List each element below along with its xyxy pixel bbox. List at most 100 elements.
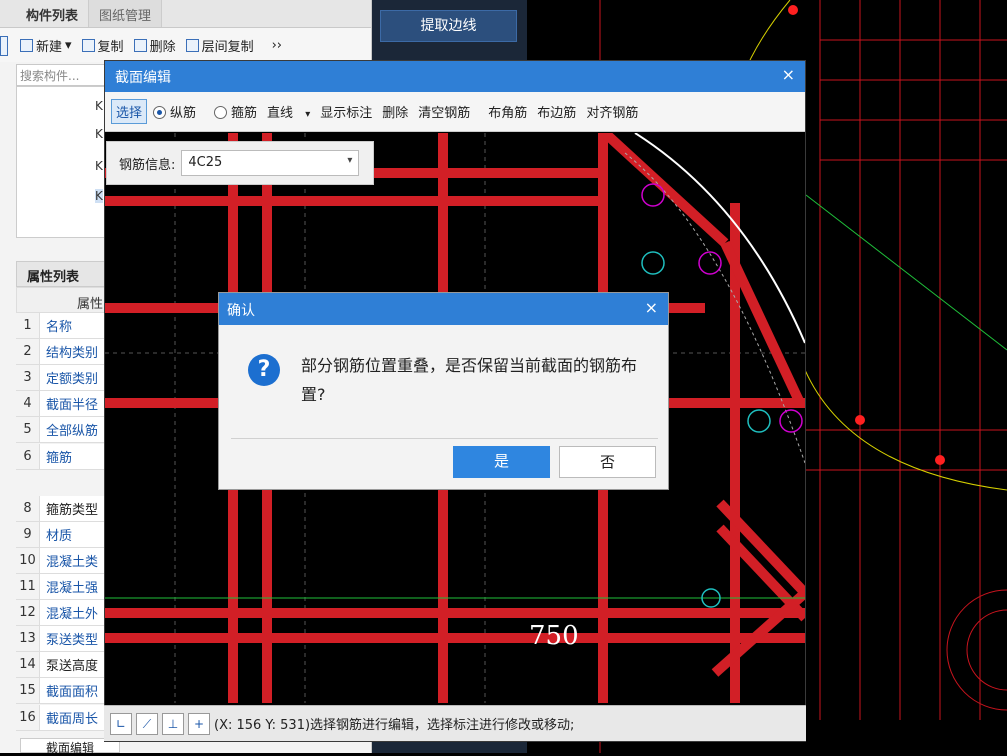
property-name: 名称: [46, 320, 73, 335]
table-row[interactable]: 12 混凝土外: [16, 600, 106, 627]
rebar-info-bar: 钢筋信息: 4C25 ▾: [106, 141, 374, 185]
chevron-down-icon: ▾: [305, 109, 311, 120]
property-list-title: 属性列表: [16, 261, 106, 287]
table-row[interactable]: 9 材质: [16, 521, 106, 548]
table-row[interactable]: 4 截面半径: [16, 391, 106, 418]
show-label-button[interactable]: 显示标注: [316, 100, 376, 123]
component-tabbar: 构件列表 图纸管理: [0, 0, 371, 28]
table-row[interactable]: 8 箍筋类型: [16, 495, 106, 522]
tree-item[interactable]: K: [95, 99, 103, 113]
confirm-title: 确认: [227, 303, 255, 319]
radio-off-icon: [214, 106, 228, 119]
rebar-info-label: 钢筋信息:: [119, 157, 176, 173]
question-icon: ?: [248, 354, 280, 386]
search-input[interactable]: 搜索构件...: [16, 64, 106, 86]
status-text: (X: 156 Y: 531)选择钢筋进行编辑，选择标注进行修改或移动;: [214, 718, 575, 733]
tree-item[interactable]: K: [95, 159, 103, 173]
table-row[interactable]: 13 泵送类型: [16, 626, 106, 653]
select-button[interactable]: 选择: [111, 99, 148, 124]
extract-edge-button[interactable]: 提取边线: [380, 10, 517, 42]
table-row[interactable]: 6 箍筋: [16, 443, 106, 470]
row-number: 6: [16, 443, 40, 469]
snap-icon[interactable]: +: [188, 712, 210, 735]
align-rebar-button[interactable]: 对齐钢筋: [582, 100, 642, 123]
floor-copy-button[interactable]: 层间复制: [185, 36, 254, 55]
row-number: 4: [16, 391, 40, 417]
left-edge-icon[interactable]: [0, 36, 8, 56]
property-name: 截面面积: [46, 685, 99, 701]
ortho-icon[interactable]: ∟: [110, 712, 132, 735]
delete-rebar-button[interactable]: 删除: [378, 100, 412, 123]
property-name: 截面半径: [46, 398, 99, 414]
property-name: 全部纵筋: [46, 424, 99, 440]
longitudinal-radio[interactable]: 纵筋: [149, 100, 200, 123]
table-row[interactable]: 14 泵送高度: [16, 652, 106, 679]
property-name: 混凝土强: [46, 581, 99, 596]
copy-button[interactable]: 复制: [81, 36, 124, 55]
property-name: 混凝土外: [46, 607, 99, 623]
dimension-label[interactable]: 750: [529, 621, 579, 651]
row-number: 5: [16, 417, 40, 443]
table-row[interactable]: 15 截面面积: [16, 678, 106, 705]
tab-component-list[interactable]: 构件列表: [16, 0, 90, 27]
row-number: 14: [16, 652, 40, 678]
section-dialog-title: 截面编辑: [115, 70, 171, 86]
table-row[interactable]: 2 结构类别: [16, 339, 106, 366]
new-button[interactable]: 新建 ▾: [20, 36, 72, 55]
row-number: 12: [16, 600, 40, 626]
floor-copy-icon: [185, 38, 199, 52]
polar-icon[interactable]: ⟋: [136, 712, 158, 735]
section-dialog-titlebar: 截面编辑 ×: [105, 61, 805, 92]
divider: [231, 438, 658, 439]
property-name: 结构类别: [46, 346, 99, 362]
stirrup-radio[interactable]: 箍筋: [210, 100, 261, 123]
row-number: 11: [16, 574, 40, 599]
new-icon: [20, 38, 33, 52]
confirm-titlebar: 确认 ×: [219, 293, 668, 325]
no-button[interactable]: 否: [559, 446, 656, 478]
status-bar: ∟ ⟋ ⊥ + (X: 156 Y: 531)选择钢筋进行编辑，选择标注进行修改…: [104, 705, 806, 741]
property-name: 箍筋: [46, 450, 73, 466]
clear-rebar-button[interactable]: 清空钢筋: [414, 100, 474, 123]
line-mode-select[interactable]: 直线 ▾: [263, 100, 314, 123]
property-name: 泵送类型: [46, 633, 99, 649]
perpendicular-icon[interactable]: ⊥: [162, 712, 184, 735]
row-number: 13: [16, 626, 40, 652]
row-number: 1: [16, 313, 40, 338]
tab-drawing-manage[interactable]: 图纸管理: [89, 0, 163, 27]
property-name: 截面周长: [46, 711, 99, 727]
yes-button[interactable]: 是: [453, 446, 550, 478]
close-icon[interactable]: ×: [645, 298, 658, 317]
table-row[interactable]: 11 混凝土强: [16, 574, 106, 600]
rebar-info-select[interactable]: 4C25 ▾: [181, 150, 360, 176]
component-tree: K K K K: [16, 86, 106, 238]
property-header: 属性: [16, 287, 106, 313]
corner-rebar-button[interactable]: 布角筋: [484, 100, 531, 123]
confirm-dialog: 确认 × ? 部分钢筋位置重叠，是否保留当前截面的钢筋布置? 是 否: [218, 292, 669, 490]
property-name: 泵送高度: [46, 659, 99, 675]
component-toolbar: 新建 ▾ 复制 删除 层间复制 ››: [0, 28, 371, 62]
row-number: 2: [16, 339, 40, 365]
property-name: 定额类别: [46, 372, 99, 388]
property-name: 材质: [46, 528, 73, 544]
copy-icon: [81, 38, 95, 52]
property-name: 混凝土类: [46, 554, 99, 570]
table-row[interactable]: 16 截面周长: [16, 704, 106, 731]
row-number: 15: [16, 678, 40, 704]
delete-icon: [133, 38, 147, 52]
row-number: 10: [16, 547, 40, 573]
chevron-down-icon: ▾: [347, 155, 353, 166]
tree-item[interactable]: K: [95, 127, 103, 141]
table-row[interactable]: 10 混凝土类: [16, 547, 106, 574]
delete-button[interactable]: 删除: [133, 36, 176, 55]
tree-item-selected[interactable]: K: [95, 189, 103, 203]
close-icon[interactable]: ×: [782, 65, 795, 84]
edge-rebar-button[interactable]: 布边筋: [533, 100, 580, 123]
row-number: 8: [16, 495, 40, 521]
more-button[interactable]: ››: [272, 38, 282, 53]
table-row[interactable]: 5 全部纵筋: [16, 417, 106, 444]
table-row[interactable]: 3 定额类别: [16, 365, 106, 392]
table-row[interactable]: 1 名称: [16, 313, 106, 339]
property-name: 箍筋类型: [46, 502, 99, 518]
radio-on-icon: [153, 106, 167, 119]
